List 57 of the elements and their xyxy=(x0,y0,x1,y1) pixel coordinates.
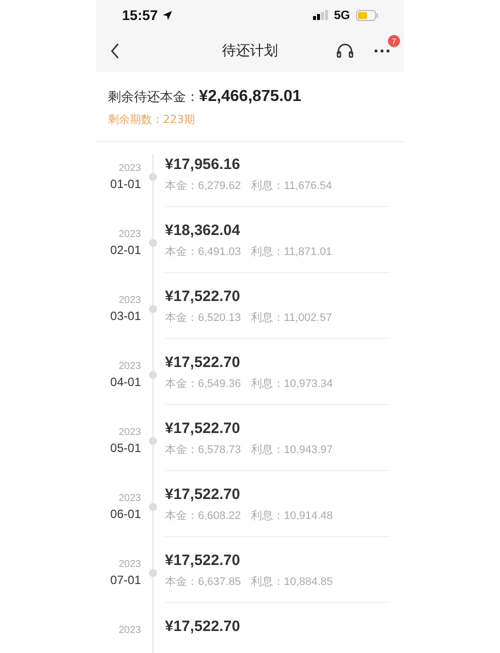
payment-date: 07-01 xyxy=(110,573,141,587)
payment-date: 05-01 xyxy=(110,441,141,455)
payment-amount: ¥17,522.70 xyxy=(165,288,240,305)
timeline-dot xyxy=(149,173,157,181)
status-time: 15:57 xyxy=(122,7,158,23)
principal-text: 本金：6,520.13 xyxy=(165,311,241,325)
payment-amount: ¥17,522.70 xyxy=(165,420,240,437)
payment-year: 2023 xyxy=(118,163,141,174)
network-label: 5G xyxy=(334,8,350,22)
payment-year: 2023 xyxy=(118,361,141,372)
headset-icon[interactable] xyxy=(336,42,354,60)
interest-text: 利息：10,914.48 xyxy=(250,509,333,523)
remaining-principal-amount: ¥2,466,875.01 xyxy=(199,88,302,106)
timeline-dot xyxy=(149,371,157,379)
interest-text: 利息：10,884.85 xyxy=(250,575,333,589)
back-icon[interactable] xyxy=(110,43,120,59)
timeline-dot xyxy=(149,305,157,313)
payment-amount: ¥17,522.70 xyxy=(165,618,240,635)
interest-text: 利息：11,676.54 xyxy=(250,179,332,193)
payment-amount: ¥18,362.04 xyxy=(165,222,240,239)
payment-date: 02-01 xyxy=(110,243,141,257)
timeline-dot xyxy=(149,569,157,577)
principal-text: 本金：6,637.85 xyxy=(165,575,241,589)
payment-year: 2023 xyxy=(118,559,141,570)
payment-date: 04-01 xyxy=(110,375,141,389)
principal-text: 本金：6,279.62 xyxy=(165,179,241,193)
interest-text: 利息：11,002.57 xyxy=(250,311,332,325)
principal-text: 本金：6,608.22 xyxy=(165,509,241,523)
payment-year: 2023 xyxy=(118,625,141,636)
interest-text: 利息：10,973.34 xyxy=(250,377,333,391)
timeline-dot xyxy=(149,503,157,511)
payment-year: 2023 xyxy=(118,493,141,504)
remaining-principal-label: 剩余待还本金： xyxy=(108,89,199,106)
notification-badge: 7 xyxy=(388,35,400,47)
more-icon xyxy=(374,49,390,53)
payment-date: 01-01 xyxy=(110,177,141,191)
interest-text: 利息：11,871.01 xyxy=(250,245,332,259)
payment-amount: ¥17,956.16 xyxy=(165,156,240,173)
payment-amount: ¥17,522.70 xyxy=(165,552,240,569)
payment-date: 06-01 xyxy=(110,507,141,521)
battery-icon xyxy=(356,10,378,20)
payment-year: 2023 xyxy=(118,427,141,438)
remaining-periods: 剩余期数：223期 xyxy=(108,112,196,127)
principal-text: 本金：6,491.03 xyxy=(165,245,241,259)
timeline-dot xyxy=(149,437,157,445)
payment-date: 03-01 xyxy=(110,309,141,323)
payment-amount: ¥17,522.70 xyxy=(165,354,240,371)
signal-icon xyxy=(312,10,328,20)
interest-text: 利息：10,943.97 xyxy=(250,443,333,457)
page-title: 待还计划 xyxy=(222,42,278,60)
timeline-dot xyxy=(149,239,157,247)
principal-text: 本金：6,549.36 xyxy=(165,377,241,391)
location-arrow-icon xyxy=(162,10,173,20)
payment-amount: ¥17,522.70 xyxy=(165,486,240,503)
payment-year: 2023 xyxy=(118,295,141,306)
payment-year: 2023 xyxy=(118,229,141,240)
principal-text: 本金：6,578.73 xyxy=(165,443,241,457)
